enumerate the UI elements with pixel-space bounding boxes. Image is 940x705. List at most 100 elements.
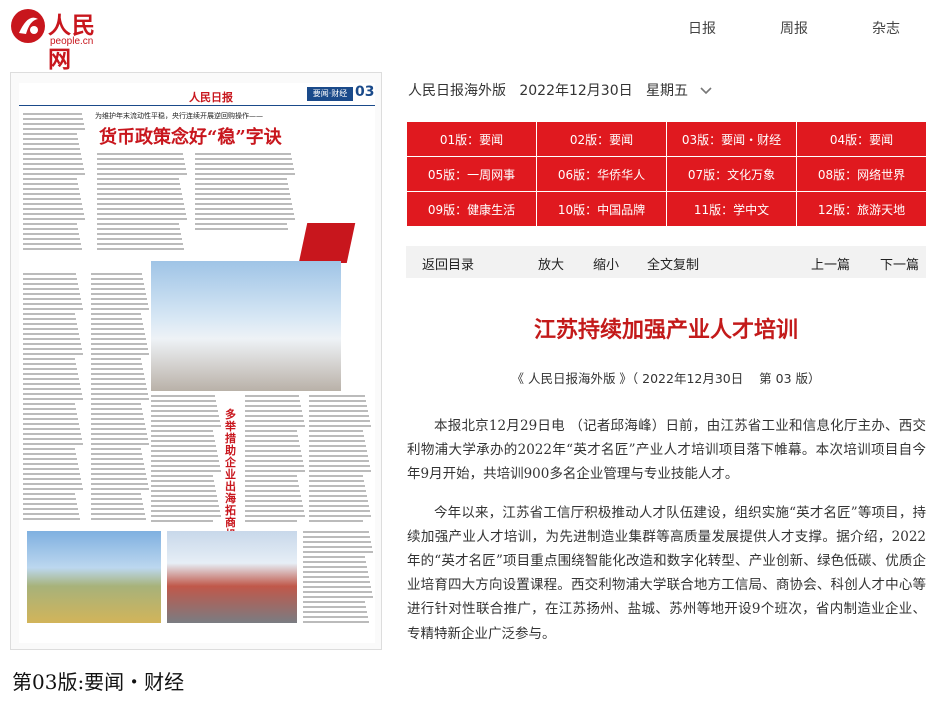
paper-text-line	[309, 500, 368, 502]
paper-text-line	[303, 616, 368, 618]
paper-text-line	[303, 571, 368, 573]
nav-magazine[interactable]: 杂志	[872, 18, 900, 38]
newspaper-page-preview: 人民日报 要闻·财经 03 为维护年末流动性平稳，央行连续开展逆回购操作—— 货…	[19, 83, 375, 643]
paper-text-line	[23, 213, 84, 215]
page-link-12[interactable]: 12版：旅游天地	[797, 192, 926, 226]
paper-text-line	[91, 288, 145, 290]
paper-text-line	[245, 455, 302, 457]
paper-text-line	[23, 388, 81, 390]
page-link-06[interactable]: 06版：华侨华人	[537, 157, 666, 191]
paper-text-line	[97, 198, 183, 200]
copy-all-button[interactable]: 全文复制	[647, 254, 699, 273]
paper-text-line	[309, 410, 368, 412]
paper-page-no: 03	[355, 84, 375, 100]
paper-text-line	[91, 393, 148, 395]
paper-text-line	[97, 188, 181, 190]
paper-text-line	[23, 293, 80, 295]
page-link-03[interactable]: 03版：要闻・财经	[667, 122, 796, 156]
paper-text-line	[303, 581, 370, 583]
newspaper-page-image[interactable]: 人民日报 要闻·财经 03 为维护年末流动性平稳，央行连续开展逆回购操作—— 货…	[10, 72, 382, 650]
paper-text-line	[97, 173, 187, 175]
paper-text-line	[91, 368, 143, 370]
paper-text-line	[97, 228, 180, 230]
paper-text-line	[245, 420, 304, 422]
article-paragraph: 本报北京12月29日电 （记者邱海峰）日前，由江苏省工业和信息化厅主办、西交利物…	[407, 418, 926, 483]
page-link-05[interactable]: 05版：一周网事	[407, 157, 536, 191]
paper-text-line	[195, 163, 293, 165]
back-to-index-button[interactable]: 返回目录	[422, 254, 474, 273]
paper-text-line	[23, 443, 83, 445]
paper-text-line	[91, 518, 146, 520]
paper-text-line	[245, 430, 297, 432]
paper-text-line	[303, 566, 367, 568]
paper-text-line	[97, 248, 184, 250]
paper-text-line	[23, 138, 78, 140]
nav-daily[interactable]: 日报	[688, 18, 716, 38]
paper-text-line	[23, 128, 85, 130]
paper-text-line	[91, 443, 149, 445]
prev-article-button[interactable]: 上一篇	[811, 254, 850, 273]
paper-text-line	[151, 480, 214, 482]
paper-text-line	[91, 358, 141, 360]
paper-text-line	[195, 158, 292, 160]
paper-text-line	[97, 168, 186, 170]
paper-text-line	[91, 403, 141, 405]
paper-text-line	[23, 448, 75, 450]
paper-text-line	[245, 465, 304, 467]
paper-text-line	[303, 556, 365, 558]
page-link-10[interactable]: 10版：中国品牌	[537, 192, 666, 226]
paper-text-line	[151, 465, 220, 467]
paper-text-line	[91, 343, 147, 345]
paper-text-line	[151, 400, 216, 402]
page-link-08[interactable]: 08版：网络世界	[797, 157, 926, 191]
paper-text-line	[91, 498, 142, 500]
paper-text-line	[91, 483, 148, 485]
paper-text-line	[97, 183, 180, 185]
edition-weekday: 星期五	[645, 83, 688, 99]
paper-text-line	[245, 460, 303, 462]
paper-text-line	[309, 495, 367, 497]
article-toolbar: 返回目录 放大 缩小 全文复制 上一篇 下一篇	[406, 246, 926, 278]
page-link-07[interactable]: 07版：文化万象	[667, 157, 796, 191]
nav-weekly[interactable]: 周报	[780, 18, 808, 38]
page-index-grid: 01版：要闻 02版：要闻 03版：要闻・财经 04版：要闻 05版：一周网事 …	[406, 121, 926, 226]
paper-text-line	[151, 490, 216, 492]
page-link-01[interactable]: 01版：要闻	[407, 122, 536, 156]
paper-text-line	[309, 455, 368, 457]
paper-text-line	[309, 490, 366, 492]
paper-text-line	[195, 178, 287, 180]
paper-text-line	[23, 163, 83, 165]
paper-text-line	[303, 591, 372, 593]
paper-text-line	[91, 283, 144, 285]
paper-text-line	[23, 513, 79, 515]
edition-date-bar[interactable]: 人民日报海外版 2022年12月30日 星期五	[408, 80, 713, 100]
page-link-02[interactable]: 02版：要闻	[537, 122, 666, 156]
paper-text-line	[97, 208, 185, 210]
paper-text-line	[23, 143, 79, 145]
paper-photo-left	[27, 531, 161, 623]
page-link-09[interactable]: 09版：健康生活	[407, 192, 536, 226]
paper-text-line	[151, 485, 215, 487]
paper-text-line	[303, 576, 369, 578]
paper-text-line	[23, 133, 77, 135]
paper-text-line	[23, 158, 82, 160]
paper-text-line	[91, 323, 143, 325]
chevron-down-icon[interactable]	[700, 83, 713, 99]
paper-text-line	[91, 468, 145, 470]
zoom-in-button[interactable]: 放大	[538, 254, 564, 273]
paper-text-line	[23, 438, 82, 440]
page-link-11[interactable]: 11版：学中文	[667, 192, 796, 226]
paper-text-line	[23, 358, 75, 360]
paper-text-line	[97, 243, 183, 245]
zoom-out-button[interactable]: 缩小	[593, 254, 619, 273]
paper-text-line	[97, 153, 183, 155]
page-link-04[interactable]: 04版：要闻	[797, 122, 926, 156]
people-logo[interactable]: 人民网 people.cn	[10, 6, 115, 73]
paper-text-line	[309, 445, 366, 447]
paper-text-line	[23, 308, 83, 310]
edition-date: 2022年12月30日	[519, 83, 633, 99]
page-caption: 第03版:要闻・财经	[12, 670, 185, 694]
paper-text-line	[91, 313, 141, 315]
next-article-button[interactable]: 下一篇	[880, 254, 919, 273]
paper-text-line	[245, 400, 300, 402]
